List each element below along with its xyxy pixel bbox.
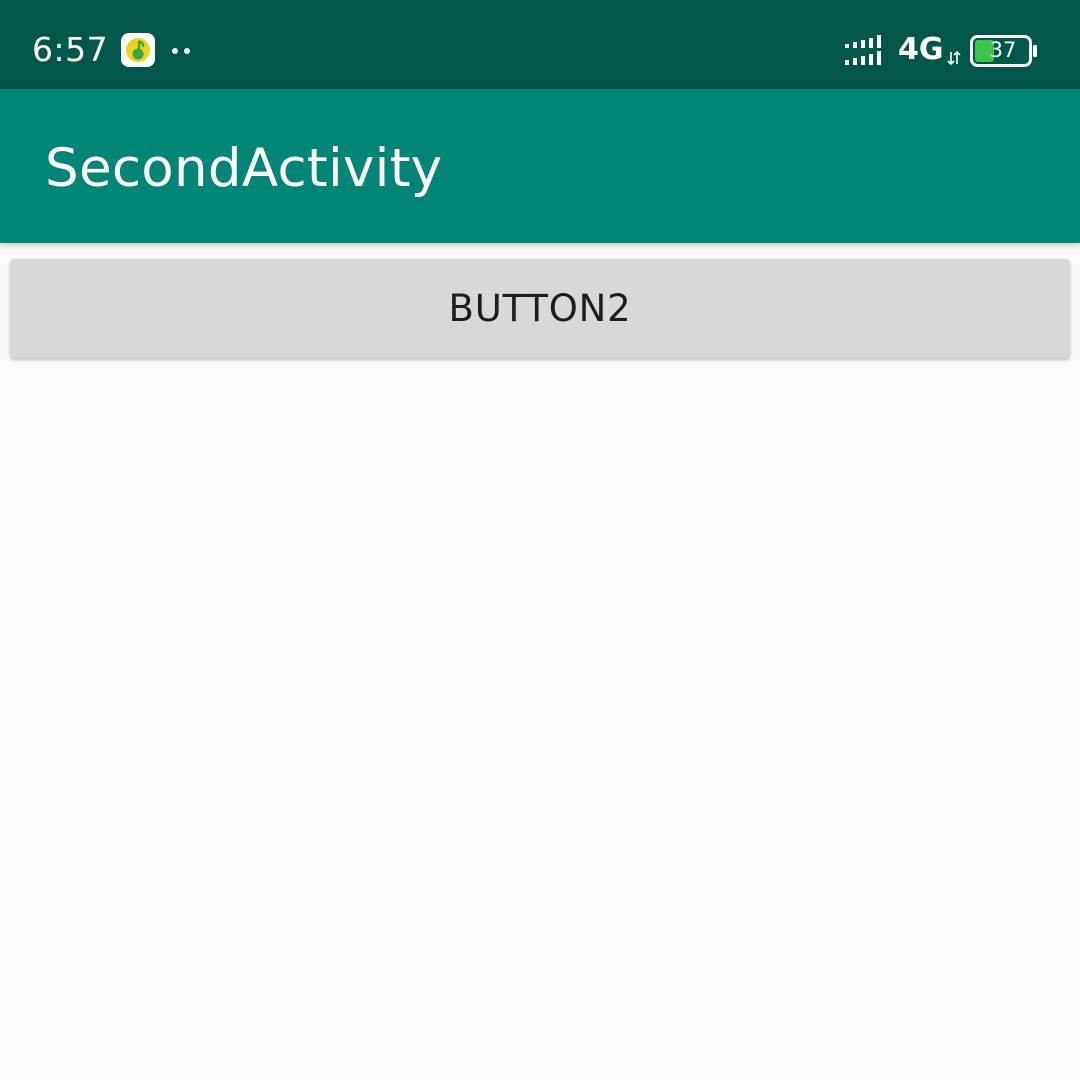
signal-strength-icon [843,34,887,68]
status-bar: 6:57 4G 37 [0,0,1080,89]
more-notifications-icon [170,43,194,54]
data-activity-icon [947,50,961,66]
app-bar: SecondActivity [0,89,1080,243]
button2[interactable]: BUTTON2 [10,259,1070,358]
page-title: SecondActivity [45,138,443,199]
music-app-icon [121,33,155,67]
network-type-label: 4G [898,32,944,67]
button2-label: BUTTON2 [448,286,632,330]
screen: 6:57 4G 37 SecondActivity BUTTON2 [0,0,1080,1080]
battery-level-label: 37 [989,38,1017,62]
status-time: 6:57 [32,30,109,69]
